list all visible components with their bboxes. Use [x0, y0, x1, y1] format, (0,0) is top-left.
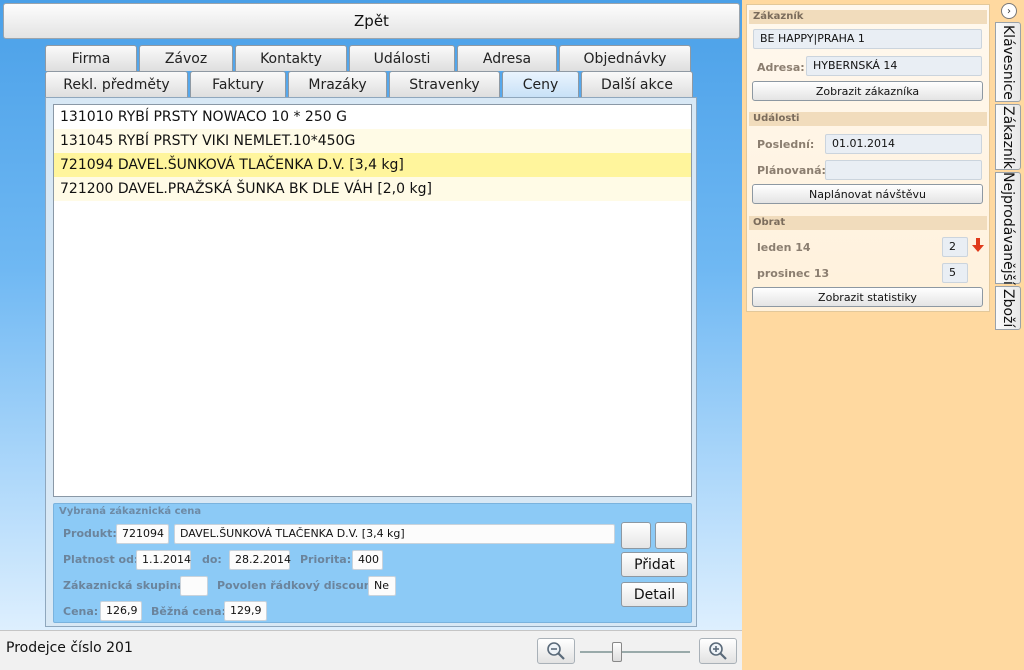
- tab-mrazaky[interactable]: Mrazáky: [288, 71, 387, 97]
- status-text: Prodejce číslo 201: [6, 640, 133, 656]
- tab-firma[interactable]: Firma: [45, 45, 137, 71]
- zoom-in-button[interactable]: [699, 638, 737, 664]
- tab-udalosti[interactable]: Události: [349, 45, 455, 71]
- regular-price-field[interactable]: 129,9: [224, 601, 267, 621]
- planned-event-field[interactable]: [825, 160, 982, 180]
- side-tab-bestsellers[interactable]: Nejprodávanější: [995, 172, 1021, 284]
- turnover-month-2-value: 5: [942, 263, 968, 283]
- chevron-right-icon: ›: [1007, 5, 1011, 17]
- price-label: Cena:: [63, 605, 99, 618]
- product-name-field[interactable]: DAVEL.ŠUNKOVÁ TLAČENKA D.V. [3,4 kg]: [174, 524, 615, 544]
- customer-name-field[interactable]: BE HAPPY|PRAHA 1: [753, 29, 982, 49]
- side-tab-label: Nejprodávanější: [1000, 171, 1016, 285]
- content-frame: 131010 RYBÍ PRSTY NOWACO 10 * 250 G 1310…: [45, 97, 697, 627]
- collapse-panel-button[interactable]: ›: [1001, 3, 1017, 19]
- tab-ceny[interactable]: Ceny: [502, 71, 579, 97]
- priority-field[interactable]: 400: [352, 550, 383, 570]
- priority-label: Priorita:: [300, 553, 352, 566]
- plan-visit-button[interactable]: Naplánovat návštěvu: [752, 184, 983, 204]
- zoom-slider-handle[interactable]: [612, 642, 622, 662]
- side-tab-label: Zboží: [1000, 288, 1016, 328]
- turnover-month-1-value: 2: [942, 237, 968, 257]
- customer-info-box: Zákazník BE HAPPY|PRAHA 1 Adresa: HYBERN…: [746, 4, 990, 312]
- status-bar: Prodejce číslo 201: [0, 630, 742, 670]
- tab-kontakty[interactable]: Kontakty: [235, 45, 347, 71]
- valid-from-label: Platnost od:: [63, 553, 139, 566]
- price-field[interactable]: 126,9: [100, 601, 142, 621]
- back-button[interactable]: Zpět: [3, 3, 740, 39]
- last-event-field[interactable]: 01.01.2014: [825, 134, 982, 154]
- valid-to-label: do:: [202, 553, 222, 566]
- product-code-field[interactable]: 721094: [116, 524, 169, 544]
- valid-to-field[interactable]: 28.2.2014: [229, 550, 291, 570]
- product-label: Produkt:: [63, 527, 117, 540]
- side-tab-strip: › Klávesnice Zákazník Nejprodávanější Zb…: [995, 0, 1024, 670]
- side-tab-goods[interactable]: Zboží: [995, 286, 1021, 330]
- zoom-out-button[interactable]: [537, 638, 575, 664]
- product-action-button-2[interactable]: [655, 522, 687, 549]
- show-statistics-button[interactable]: Zobrazit statistiky: [752, 287, 983, 307]
- customer-group-field[interactable]: [180, 576, 208, 596]
- trend-down-arrow-icon: [972, 238, 984, 252]
- zoom-out-icon: [547, 642, 565, 660]
- address-field[interactable]: HYBERNSKÁ 14: [806, 56, 982, 76]
- tab-stravenky[interactable]: Stravenky: [389, 71, 500, 97]
- list-item[interactable]: 131010 RYBÍ PRSTY NOWACO 10 * 250 G: [54, 105, 691, 129]
- tab-faktury[interactable]: Faktury: [190, 71, 286, 97]
- customer-side-panel: Zákazník BE HAPPY|PRAHA 1 Adresa: HYBERN…: [742, 0, 1024, 670]
- product-action-button-1[interactable]: [621, 522, 651, 549]
- zoom-in-icon: [709, 642, 727, 660]
- tab-zavoz[interactable]: Závoz: [139, 45, 233, 71]
- add-button[interactable]: Přidat: [621, 552, 688, 577]
- tab-objednavky[interactable]: Objednávky: [559, 45, 691, 71]
- turnover-month-1-label: leden 14: [757, 241, 811, 254]
- turnover-month-2-label: prosinec 13: [757, 267, 830, 280]
- side-tab-label: Zákazník: [1000, 105, 1016, 169]
- list-item[interactable]: 131045 RYBÍ PRSTY VIKI NEMLET.10*450G: [54, 129, 691, 153]
- line-discount-label: Povolen řádkový discount:: [217, 579, 382, 592]
- tab-adresa[interactable]: Adresa: [457, 45, 557, 71]
- detail-button[interactable]: Detail: [621, 582, 688, 607]
- valid-from-field[interactable]: 1.1.2014: [136, 550, 191, 570]
- price-list[interactable]: 131010 RYBÍ PRSTY NOWACO 10 * 250 G 1310…: [53, 104, 692, 497]
- turnover-section-title: Obrat: [749, 216, 987, 230]
- selected-price-detail: Vybraná zákaznická cena Produkt: 721094 …: [53, 503, 692, 623]
- customer-group-label: Zákaznická skupina:: [63, 579, 190, 592]
- customer-section-title: Zákazník: [749, 10, 987, 24]
- show-customer-button[interactable]: Zobrazit zákazníka: [752, 81, 983, 101]
- tab-row-2: Rekl. předměty Faktury Mrazáky Stravenky…: [45, 71, 695, 97]
- regular-price-label: Běžná cena:: [151, 605, 226, 618]
- list-item-selected[interactable]: 721094 DAVEL.ŠUNKOVÁ TLAČENKA D.V. [3,4 …: [54, 153, 691, 177]
- tab-row-1: Firma Závoz Kontakty Události Adresa Obj…: [45, 45, 693, 71]
- address-label: Adresa:: [757, 61, 805, 74]
- detail-title: Vybraná zákaznická cena: [59, 506, 202, 517]
- side-tab-label: Klávesnice: [1000, 24, 1016, 100]
- line-discount-field[interactable]: Ne: [368, 576, 396, 596]
- zoom-slider-track[interactable]: [580, 651, 690, 653]
- side-tab-keyboard[interactable]: Klávesnice: [995, 22, 1021, 102]
- main-panel: Zpět Firma Závoz Kontakty Události Adres…: [0, 0, 742, 670]
- planned-event-label: Plánovaná:: [757, 164, 826, 177]
- side-tab-customer[interactable]: Zákazník: [995, 104, 1021, 170]
- tab-dalsi-akce[interactable]: Další akce: [581, 71, 693, 97]
- list-item[interactable]: 721200 DAVEL.PRAŽSKÁ ŠUNKA BK DLE VÁH [2…: [54, 177, 691, 201]
- last-event-label: Poslední:: [757, 138, 815, 151]
- events-section-title: Události: [749, 112, 987, 126]
- tab-rekl-predmety[interactable]: Rekl. předměty: [45, 71, 188, 97]
